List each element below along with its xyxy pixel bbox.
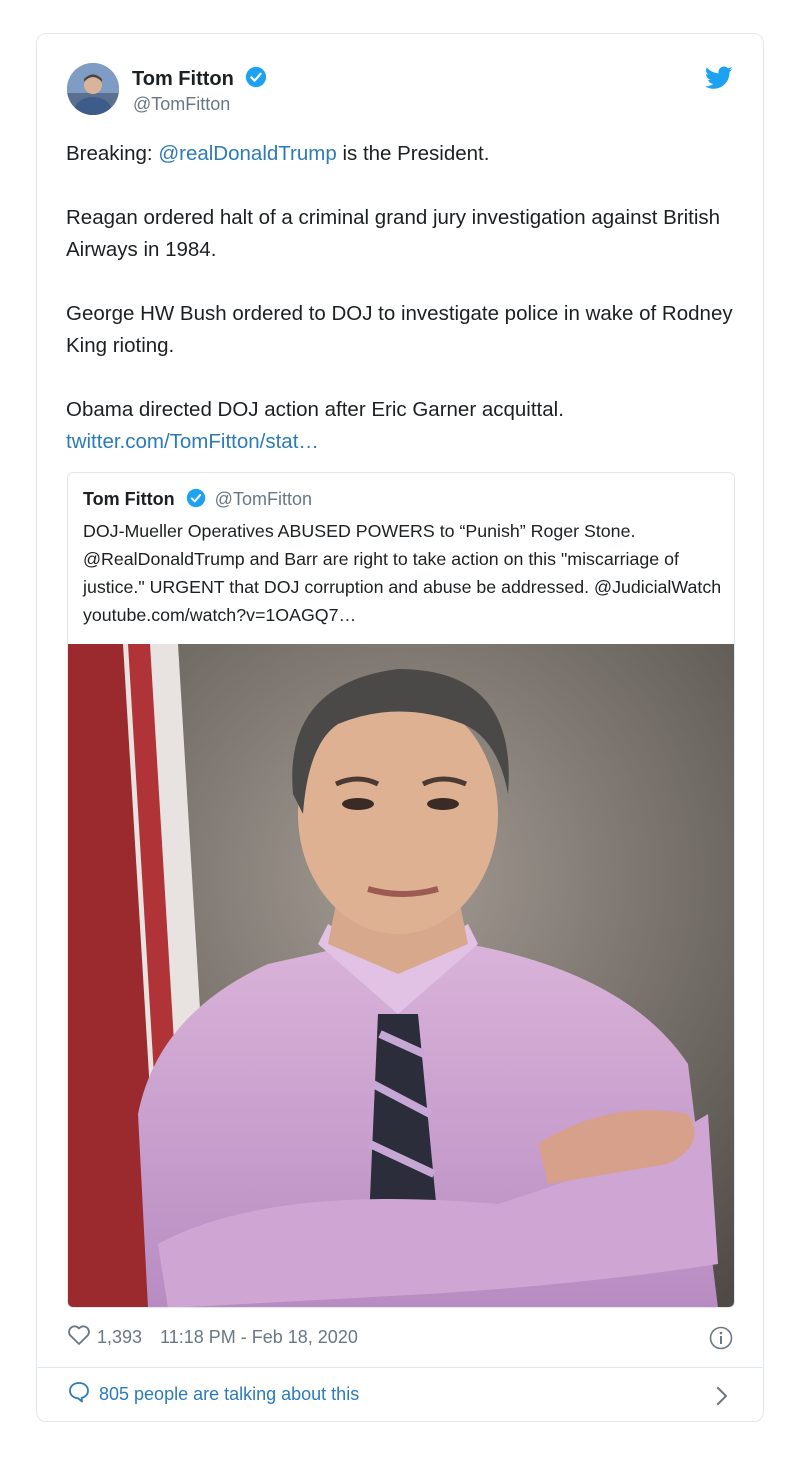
author-name[interactable]: Tom Fitton	[132, 66, 267, 94]
author-handle[interactable]: @TomFitton	[133, 94, 230, 115]
quoted-author-handle: @TomFitton	[214, 489, 312, 509]
chevron-right-icon[interactable]	[715, 1386, 729, 1411]
verified-badge-icon	[186, 488, 206, 513]
tweet-card: Tom Fitton @TomFitton Breaking: @realDon…	[36, 33, 764, 1422]
conversation-text[interactable]: 805 people are talking about this	[99, 1384, 359, 1405]
mention-link[interactable]: @realDonaldTrump	[158, 142, 336, 165]
verified-badge-icon	[245, 66, 267, 94]
heart-icon[interactable]	[67, 1324, 91, 1351]
tweet-para-4: Obama directed DOJ action after Eric Gar…	[66, 398, 564, 421]
tweet-para-3: George HW Bush ordered to DOJ to investi…	[66, 302, 733, 357]
quoted-author-name: Tom Fitton	[83, 489, 175, 509]
avatar[interactable]	[67, 63, 119, 115]
tweet-footer: 1,393 11:18 PM - Feb 18, 2020	[67, 1324, 358, 1351]
info-icon[interactable]	[709, 1326, 733, 1355]
twitter-bird-icon[interactable]	[704, 66, 733, 95]
tweet-para-1-prefix: Breaking:	[66, 142, 159, 165]
tweet-para-1-suffix: is the President.	[336, 142, 490, 165]
conversation-link[interactable]: 805 people are talking about this	[67, 1380, 359, 1409]
footer-divider	[37, 1367, 763, 1368]
quoted-media-image[interactable]	[68, 644, 734, 1307]
status-link[interactable]: twitter.com/TomFitton/stat…	[66, 426, 746, 458]
speech-bubble-icon	[67, 1380, 91, 1409]
timestamp[interactable]: 11:18 PM - Feb 18, 2020	[160, 1327, 358, 1348]
quoted-header: Tom Fitton @TomFitton	[83, 488, 312, 513]
like-count[interactable]: 1,393	[97, 1327, 142, 1348]
tweet-para-2: Reagan ordered halt of a criminal grand …	[66, 206, 721, 261]
quoted-text: DOJ-Mueller Operatives ABUSED POWERS to …	[83, 521, 722, 625]
tweet-para-1: Breaking: @realDonaldTrump is the Presid…	[66, 138, 746, 170]
tweet-text: Breaking: @realDonaldTrump is the Presid…	[66, 138, 746, 458]
author-name-text[interactable]: Tom Fitton	[132, 68, 234, 90]
quoted-tweet[interactable]: Tom Fitton @TomFitton DOJ-Mueller Operat…	[67, 472, 735, 1308]
